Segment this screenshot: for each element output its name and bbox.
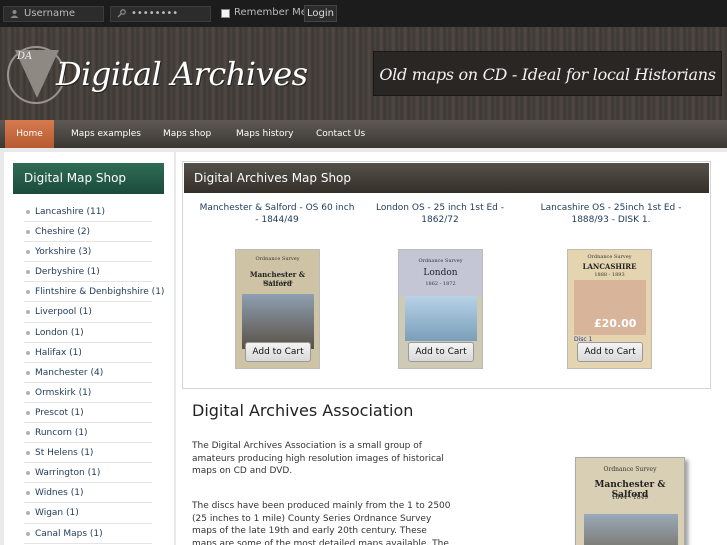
main-content: Digital Archives Map Shop Manchester & S… (176, 152, 727, 545)
sidebar-item-warrington[interactable]: Warrington (1) (24, 463, 152, 484)
cover-years: 1862 - 1872 (425, 281, 456, 287)
logo-monogram: DA (17, 51, 33, 62)
nav-home[interactable]: Home (5, 120, 54, 148)
sidebar-item-manchester[interactable]: Manchester (4) (24, 363, 152, 383)
sidebar-item-ormskirk[interactable]: Ormskirk (1) (24, 383, 152, 403)
cover-years: 1844 - 1849 (611, 494, 649, 501)
username-input[interactable]: Username (3, 6, 104, 22)
discs-paragraph: The discs have been produced mainly from… (192, 501, 451, 545)
sidebar-item-london[interactable]: London (1) (24, 323, 152, 343)
product-title-lancashire[interactable]: Lancashire OS - 25inch 1st Ed - 1888/93 … (531, 202, 691, 226)
main-nav: Home Maps examples Maps shop Maps histor… (0, 120, 727, 148)
intro-paragraph: The Digital Archives Association is a sm… (192, 441, 444, 476)
nav-maps-history[interactable]: Maps history (236, 120, 294, 148)
sidebar-item-canal-maps[interactable]: Canal Maps (1) (24, 524, 152, 544)
cover-top: Ordnance Survey (255, 256, 300, 262)
nav-maps-shop[interactable]: Maps shop (163, 120, 211, 148)
cover-name: LANCASHIRE (582, 262, 637, 271)
cover-top: Ordnance Survey (603, 466, 657, 473)
add-to-cart-button[interactable]: Add to Cart (245, 342, 311, 362)
cover-illustration (242, 294, 314, 349)
sidebar-title: Digital Map Shop (13, 163, 164, 194)
product-title-london[interactable]: London OS - 25 inch 1st Ed - 1862/72 (360, 202, 520, 226)
sidebar-item-widnes[interactable]: Widnes (1) (24, 483, 152, 504)
product-image-lancashire[interactable]: Ordnance Survey LANCASHIRE 1888 - 1893 £… (567, 249, 652, 369)
sidebar-item-halifax[interactable]: Halifax (1) (24, 343, 152, 363)
product-price: £20.00 (594, 317, 637, 330)
sidebar-item-wigan[interactable]: Wigan (1) (24, 503, 152, 524)
sidebar-item-yorkshire[interactable]: Yorkshire (3) (24, 242, 152, 263)
password-value: •••••••• (131, 8, 179, 19)
site-header: DA Digital Archives Old maps on CD - Ide… (0, 27, 727, 120)
cover-top: Ordnance Survey (418, 258, 463, 264)
tagline-banner: Old maps on CD - Ideal for local Histori… (373, 51, 722, 96)
username-placeholder: Username (24, 8, 75, 19)
login-button[interactable]: Login (304, 5, 337, 22)
remember-me-label: Remember Me (234, 7, 307, 18)
map-shop-panel: Digital Archives Map Shop Manchester & S… (182, 161, 711, 389)
sidebar-item-flintshire-denbighshire[interactable]: Flintshire & Denbighshire (1) (24, 282, 164, 303)
tagline-text: Old maps on CD - Ideal for local Histori… (379, 65, 716, 84)
login-bar: Username •••••••• Remember Me Login (0, 0, 727, 27)
site-brand[interactable]: Digital Archives (56, 55, 308, 93)
remember-me-checkbox[interactable] (221, 9, 230, 18)
sidebar-item-derbyshire[interactable]: Derbyshire (1) (24, 262, 152, 283)
sidebar-item-runcorn[interactable]: Runcorn (1) (24, 423, 152, 444)
key-icon (117, 9, 126, 18)
sidebar: Digital Map Shop Lancashire (11) Cheshir… (4, 152, 174, 545)
sidebar-category-list: Lancashire (11) Cheshire (2) Yorkshire (… (24, 202, 164, 544)
nav-contact-us[interactable]: Contact Us (316, 120, 365, 148)
sidebar-item-st-helens[interactable]: St Helens (1) (24, 443, 152, 464)
add-to-cart-button[interactable]: Add to Cart (577, 342, 643, 362)
sidebar-item-lancashire[interactable]: Lancashire (11) (24, 202, 152, 223)
product-image-manchester[interactable]: Ordnance Survey Manchester & Salford 184… (235, 249, 320, 369)
cover-name: London (423, 268, 458, 278)
map-shop-title: Digital Archives Map Shop (184, 163, 709, 193)
product-title-manchester[interactable]: Manchester & Salford - OS 60 inch - 1844… (197, 202, 357, 226)
sidebar-item-prescot[interactable]: Prescot (1) (24, 403, 152, 424)
user-icon (10, 10, 19, 18)
cover-years: 1844 - 1849 (262, 280, 293, 286)
association-heading: Digital Archives Association (192, 401, 414, 420)
cover-illustration (584, 514, 678, 545)
password-input[interactable]: •••••••• (110, 6, 211, 22)
product-image-london[interactable]: Ordnance Survey London 1862 - 1872 Add t… (398, 249, 483, 369)
manchester-map-cover-image: Ordnance Survey Manchester & Salford 184… (575, 457, 685, 545)
cover-illustration (405, 296, 477, 341)
add-to-cart-button[interactable]: Add to Cart (408, 342, 474, 362)
sidebar-item-liverpool[interactable]: Liverpool (1) (24, 302, 152, 323)
nav-maps-examples[interactable]: Maps examples (71, 120, 141, 148)
cover-top: Ordnance Survey (587, 254, 632, 260)
cover-years: 1888 - 1893 (594, 272, 625, 278)
sidebar-item-cheshire[interactable]: Cheshire (2) (24, 222, 152, 243)
